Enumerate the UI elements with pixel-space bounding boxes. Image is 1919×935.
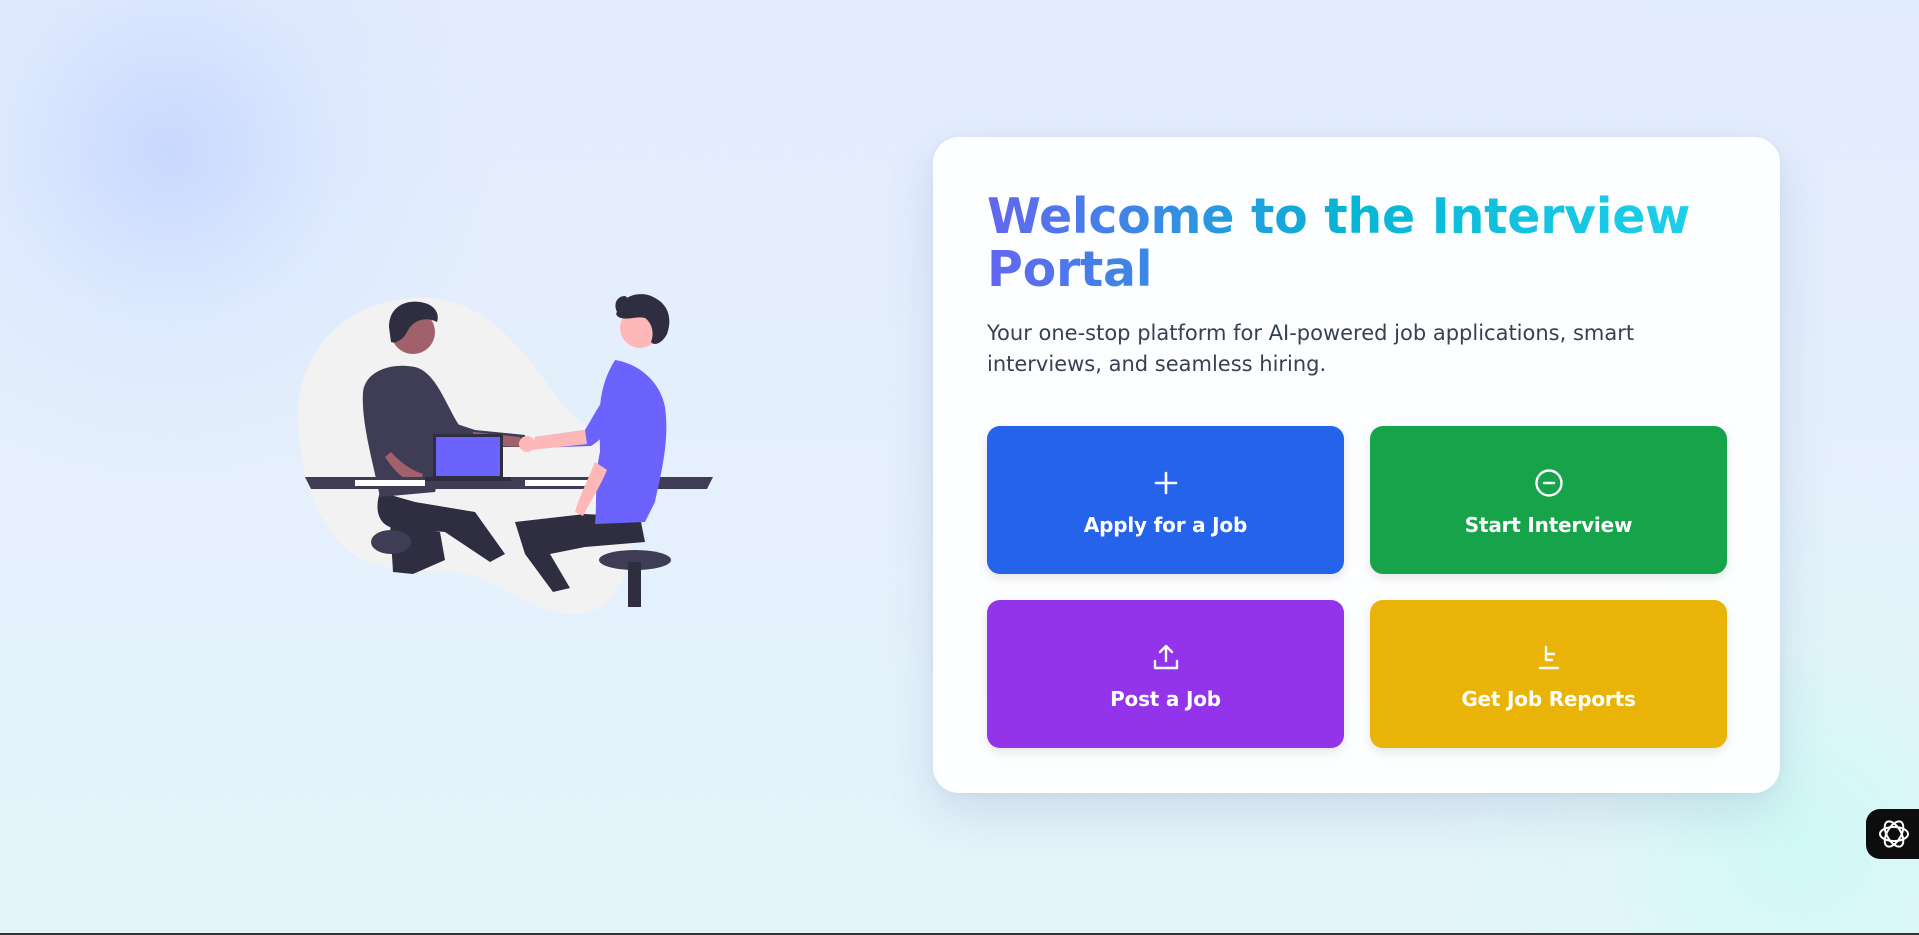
welcome-card: Welcome to the Interview Portal Your one…: [933, 137, 1780, 793]
start-interview-button[interactable]: Start Interview: [1370, 426, 1727, 574]
page-title: Welcome to the Interview Portal: [987, 190, 1747, 296]
page-subtitle: Your one-stop platform for AI-powered jo…: [987, 321, 1635, 376]
assistant-widget-button[interactable]: [1866, 809, 1919, 859]
handshake-illustration: [295, 292, 725, 622]
job-reports-button[interactable]: Get Job Reports: [1370, 600, 1727, 748]
post-job-button[interactable]: Post a Job: [987, 600, 1344, 748]
job-reports-label: Get Job Reports: [1461, 687, 1636, 711]
upload-icon: [1153, 644, 1178, 670]
plus-icon: [1154, 471, 1177, 495]
post-job-label: Post a Job: [1110, 687, 1221, 711]
action-grid: Apply for a Job Start Interview Post a J…: [987, 426, 1727, 748]
apply-job-button[interactable]: Apply for a Job: [987, 426, 1344, 574]
start-interview-label: Start Interview: [1464, 513, 1633, 537]
apply-job-label: Apply for a Job: [1083, 513, 1248, 537]
assistant-logo-icon: [1879, 820, 1909, 848]
minus-circle-icon: [1534, 469, 1563, 497]
report-icon: [1538, 645, 1559, 670]
